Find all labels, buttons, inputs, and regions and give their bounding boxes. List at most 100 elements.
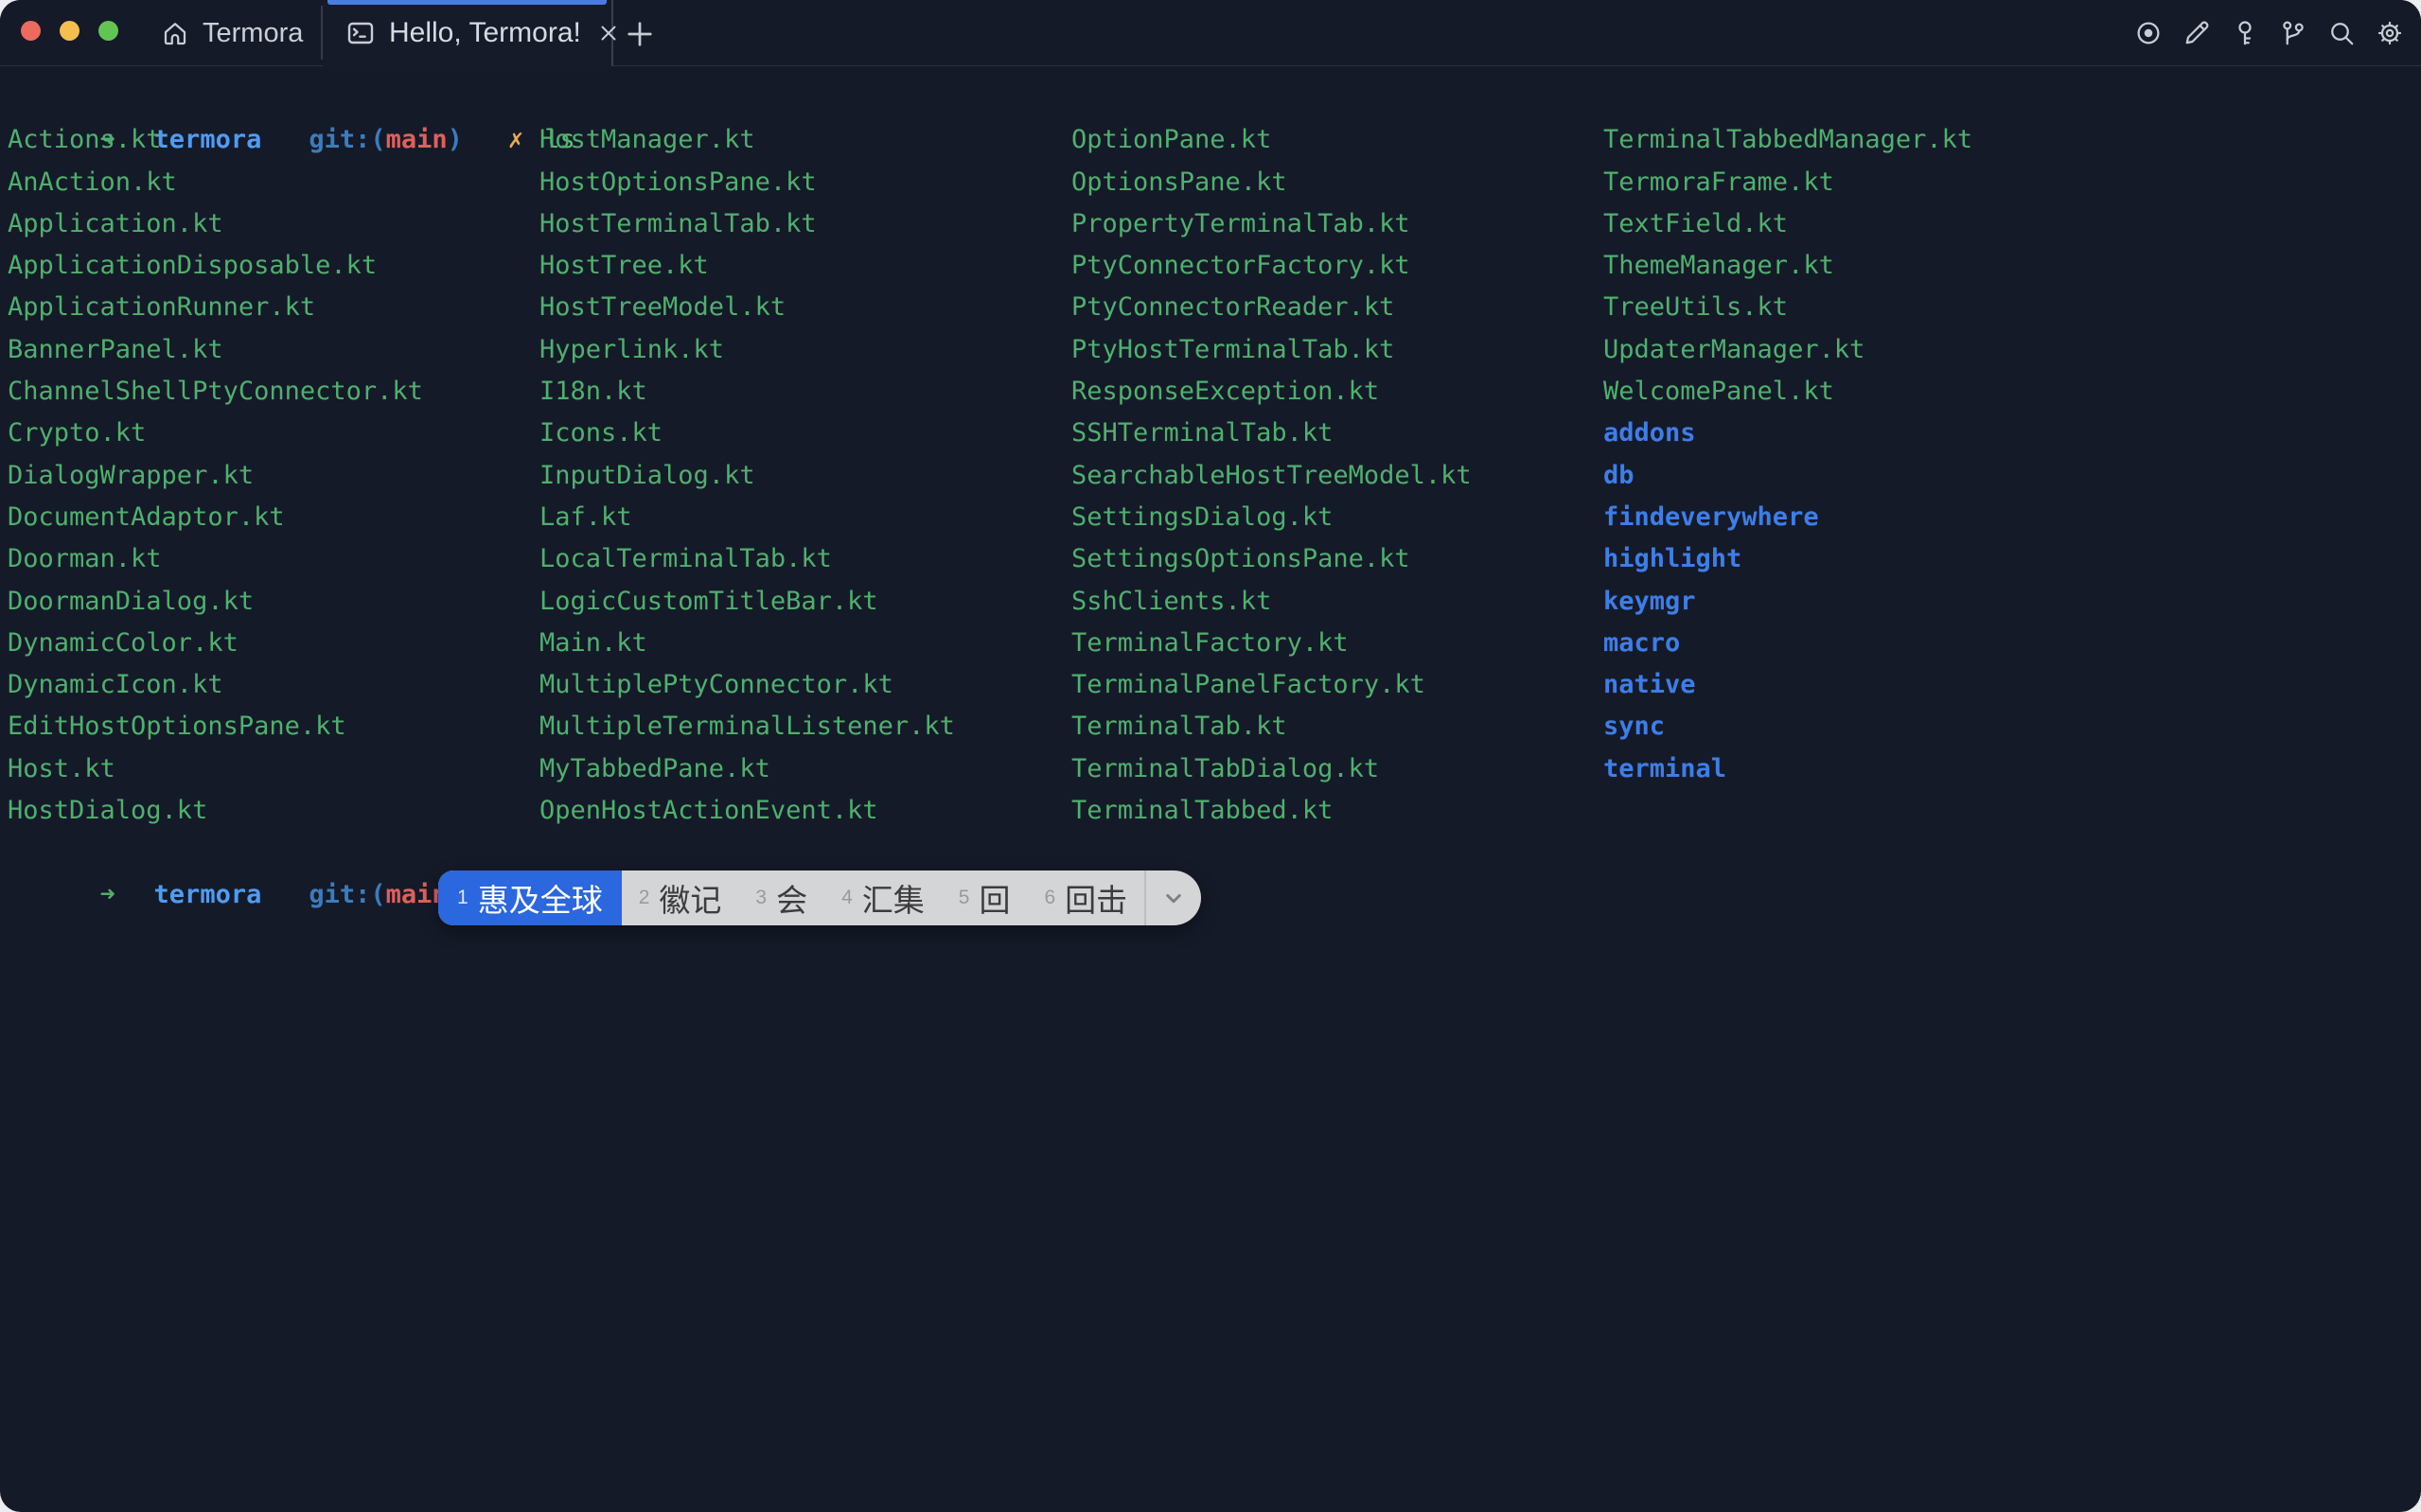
ime-candidate-2[interactable]: 2徽记: [622, 870, 739, 925]
ls-file: I18n.kt: [539, 371, 955, 413]
minimize-window-button[interactable]: [60, 21, 80, 41]
terminal-screen[interactable]: ➜termoragit:(main)✗ls Actions.ktAnAction…: [0, 67, 2421, 1512]
ls-file: TerminalTabDialog.kt: [1071, 748, 1472, 790]
ls-file: Host.kt: [8, 748, 423, 790]
ls-file: ChannelShellPtyConnector.kt: [8, 371, 423, 413]
ls-file: SshClients.kt: [1071, 581, 1472, 623]
ls-file: BannerPanel.kt: [8, 329, 423, 371]
ls-file: DoormanDialog.kt: [8, 581, 423, 623]
ls-file: UpdaterManager.kt: [1603, 329, 1972, 371]
ls-file: SearchableHostTreeModel.kt: [1071, 455, 1472, 497]
prompt-arrow: ➜: [100, 874, 154, 916]
ls-file: OpenHostActionEvent.kt: [539, 790, 955, 832]
ime-candidate-number: 2: [639, 887, 650, 909]
edit-button[interactable]: [2182, 19, 2211, 47]
ime-candidate-1[interactable]: 1惠及全球: [438, 870, 622, 925]
close-window-button[interactable]: [21, 21, 41, 41]
ls-file: PropertyTerminalTab.kt: [1071, 203, 1472, 245]
ls-file: HostTreeModel.kt: [539, 287, 955, 328]
ime-candidate-4[interactable]: 4 汇集: [824, 870, 942, 925]
home-icon: [161, 19, 189, 47]
ls-directory: sync: [1603, 706, 1972, 747]
search-icon: [2327, 19, 2356, 47]
record-icon: [2134, 19, 2163, 47]
prompt-line-1: ➜termoragit:(main)✗ls: [8, 78, 2421, 119]
ls-directory: addons: [1603, 413, 1972, 454]
ls-file: TerminalPanelFactory.kt: [1071, 664, 1472, 706]
chevron-down-icon: [1159, 884, 1188, 912]
ls-file: WelcomePanel.kt: [1603, 371, 1972, 413]
ls-file: Doorman.kt: [8, 538, 423, 580]
ls-file: Icons.kt: [539, 413, 955, 454]
ls-file: LogicCustomTitleBar.kt: [539, 581, 955, 623]
new-tab-button[interactable]: [621, 15, 659, 53]
search-button[interactable]: [2327, 19, 2356, 47]
plus-icon: [623, 17, 657, 51]
ls-column-3: OptionPane.ktOptionsPane.ktPropertyTermi…: [1071, 119, 1472, 832]
ls-file: ResponseException.kt: [1071, 371, 1472, 413]
home-tab[interactable]: Termora: [161, 0, 303, 66]
ls-directory: keymgr: [1603, 581, 1972, 623]
ls-file: TerminalTabbedManager.kt: [1603, 119, 1972, 161]
ls-file: MultiplePtyConnector.kt: [539, 664, 955, 706]
ls-file: MultipleTerminalListener.kt: [539, 706, 955, 747]
ls-file: HostTree.kt: [539, 245, 955, 287]
ls-file: PtyConnectorFactory.kt: [1071, 245, 1472, 287]
ls-directory: db: [1603, 455, 1972, 497]
ls-output: Actions.ktAnAction.ktApplication.ktAppli…: [8, 119, 2421, 832]
ls-file: ApplicationDisposable.kt: [8, 245, 423, 287]
ls-column-1: Actions.ktAnAction.ktApplication.ktAppli…: [8, 119, 423, 832]
key-manager-button[interactable]: [2231, 19, 2259, 47]
ime-expand-button[interactable]: [1146, 870, 1201, 925]
ls-file: TerminalFactory.kt: [1071, 623, 1472, 664]
ls-file: MyTabbedPane.kt: [539, 748, 955, 790]
ime-candidate-number: 5: [959, 887, 970, 909]
home-tab-label: Termora: [203, 18, 303, 49]
git-button[interactable]: [2279, 19, 2307, 47]
ls-file: Main.kt: [539, 623, 955, 664]
git-branch-icon: [2279, 19, 2307, 47]
record-button[interactable]: [2134, 19, 2163, 47]
ime-candidate-3[interactable]: 3会: [738, 870, 824, 925]
active-tab-accent: [327, 0, 607, 5]
ls-file: DialogWrapper.kt: [8, 455, 423, 497]
ime-candidate-text: 会: [776, 875, 807, 921]
ime-candidate-text: 惠及全球: [478, 875, 603, 921]
ls-file: HostManager.kt: [539, 119, 955, 161]
ls-file: EditHostOptionsPane.kt: [8, 706, 423, 747]
ls-file: AnAction.kt: [8, 162, 423, 203]
ls-directory: highlight: [1603, 538, 1972, 580]
tab-close-button[interactable]: [596, 21, 621, 45]
ime-candidate-5[interactable]: 5回: [942, 870, 1028, 925]
settings-button[interactable]: [2376, 19, 2404, 47]
ime-candidate-number: 4: [841, 887, 853, 909]
ls-column-2: HostManager.ktHostOptionsPane.ktHostTerm…: [539, 119, 955, 832]
pencil-icon: [2182, 19, 2211, 47]
gear-icon: [2376, 19, 2404, 47]
ls-file: OptionPane.kt: [1071, 119, 1472, 161]
ime-candidate-window: 1惠及全球2徽记3会4汇集5回6回击: [438, 870, 1201, 925]
ime-candidate-list: 1惠及全球2徽记3会4汇集5回6回击: [438, 870, 1144, 925]
ls-file: SettingsOptionsPane.kt: [1071, 538, 1472, 580]
ls-directory: macro: [1603, 623, 1972, 664]
ime-candidate-number: 6: [1044, 887, 1055, 909]
ime-candidate-text: 回: [979, 875, 1010, 921]
ls-file: TerminalTab.kt: [1071, 706, 1472, 747]
ls-directory: findeverywhere: [1603, 497, 1972, 538]
zoom-window-button[interactable]: [98, 21, 118, 41]
ls-file: DocumentAdaptor.kt: [8, 497, 423, 538]
ls-file: ApplicationRunner.kt: [8, 287, 423, 328]
ls-directory: native: [1603, 664, 1972, 706]
ls-file: DynamicIcon.kt: [8, 664, 423, 706]
ls-file: HostTerminalTab.kt: [539, 203, 955, 245]
ls-file: Actions.kt: [8, 119, 423, 161]
tab-title: Hello, Termora!: [389, 17, 581, 49]
close-icon: [596, 21, 621, 45]
ime-candidate-text: 汇集: [862, 875, 925, 921]
tab-hello-termora[interactable]: Hello, Termora!: [323, 0, 613, 66]
ime-candidate-6[interactable]: 6回击: [1027, 870, 1144, 925]
prompt-git-open: git:(: [309, 880, 385, 909]
toolbar: [2134, 0, 2404, 66]
ls-file: ThemeManager.kt: [1603, 245, 1972, 287]
ls-file: HostOptionsPane.kt: [539, 162, 955, 203]
